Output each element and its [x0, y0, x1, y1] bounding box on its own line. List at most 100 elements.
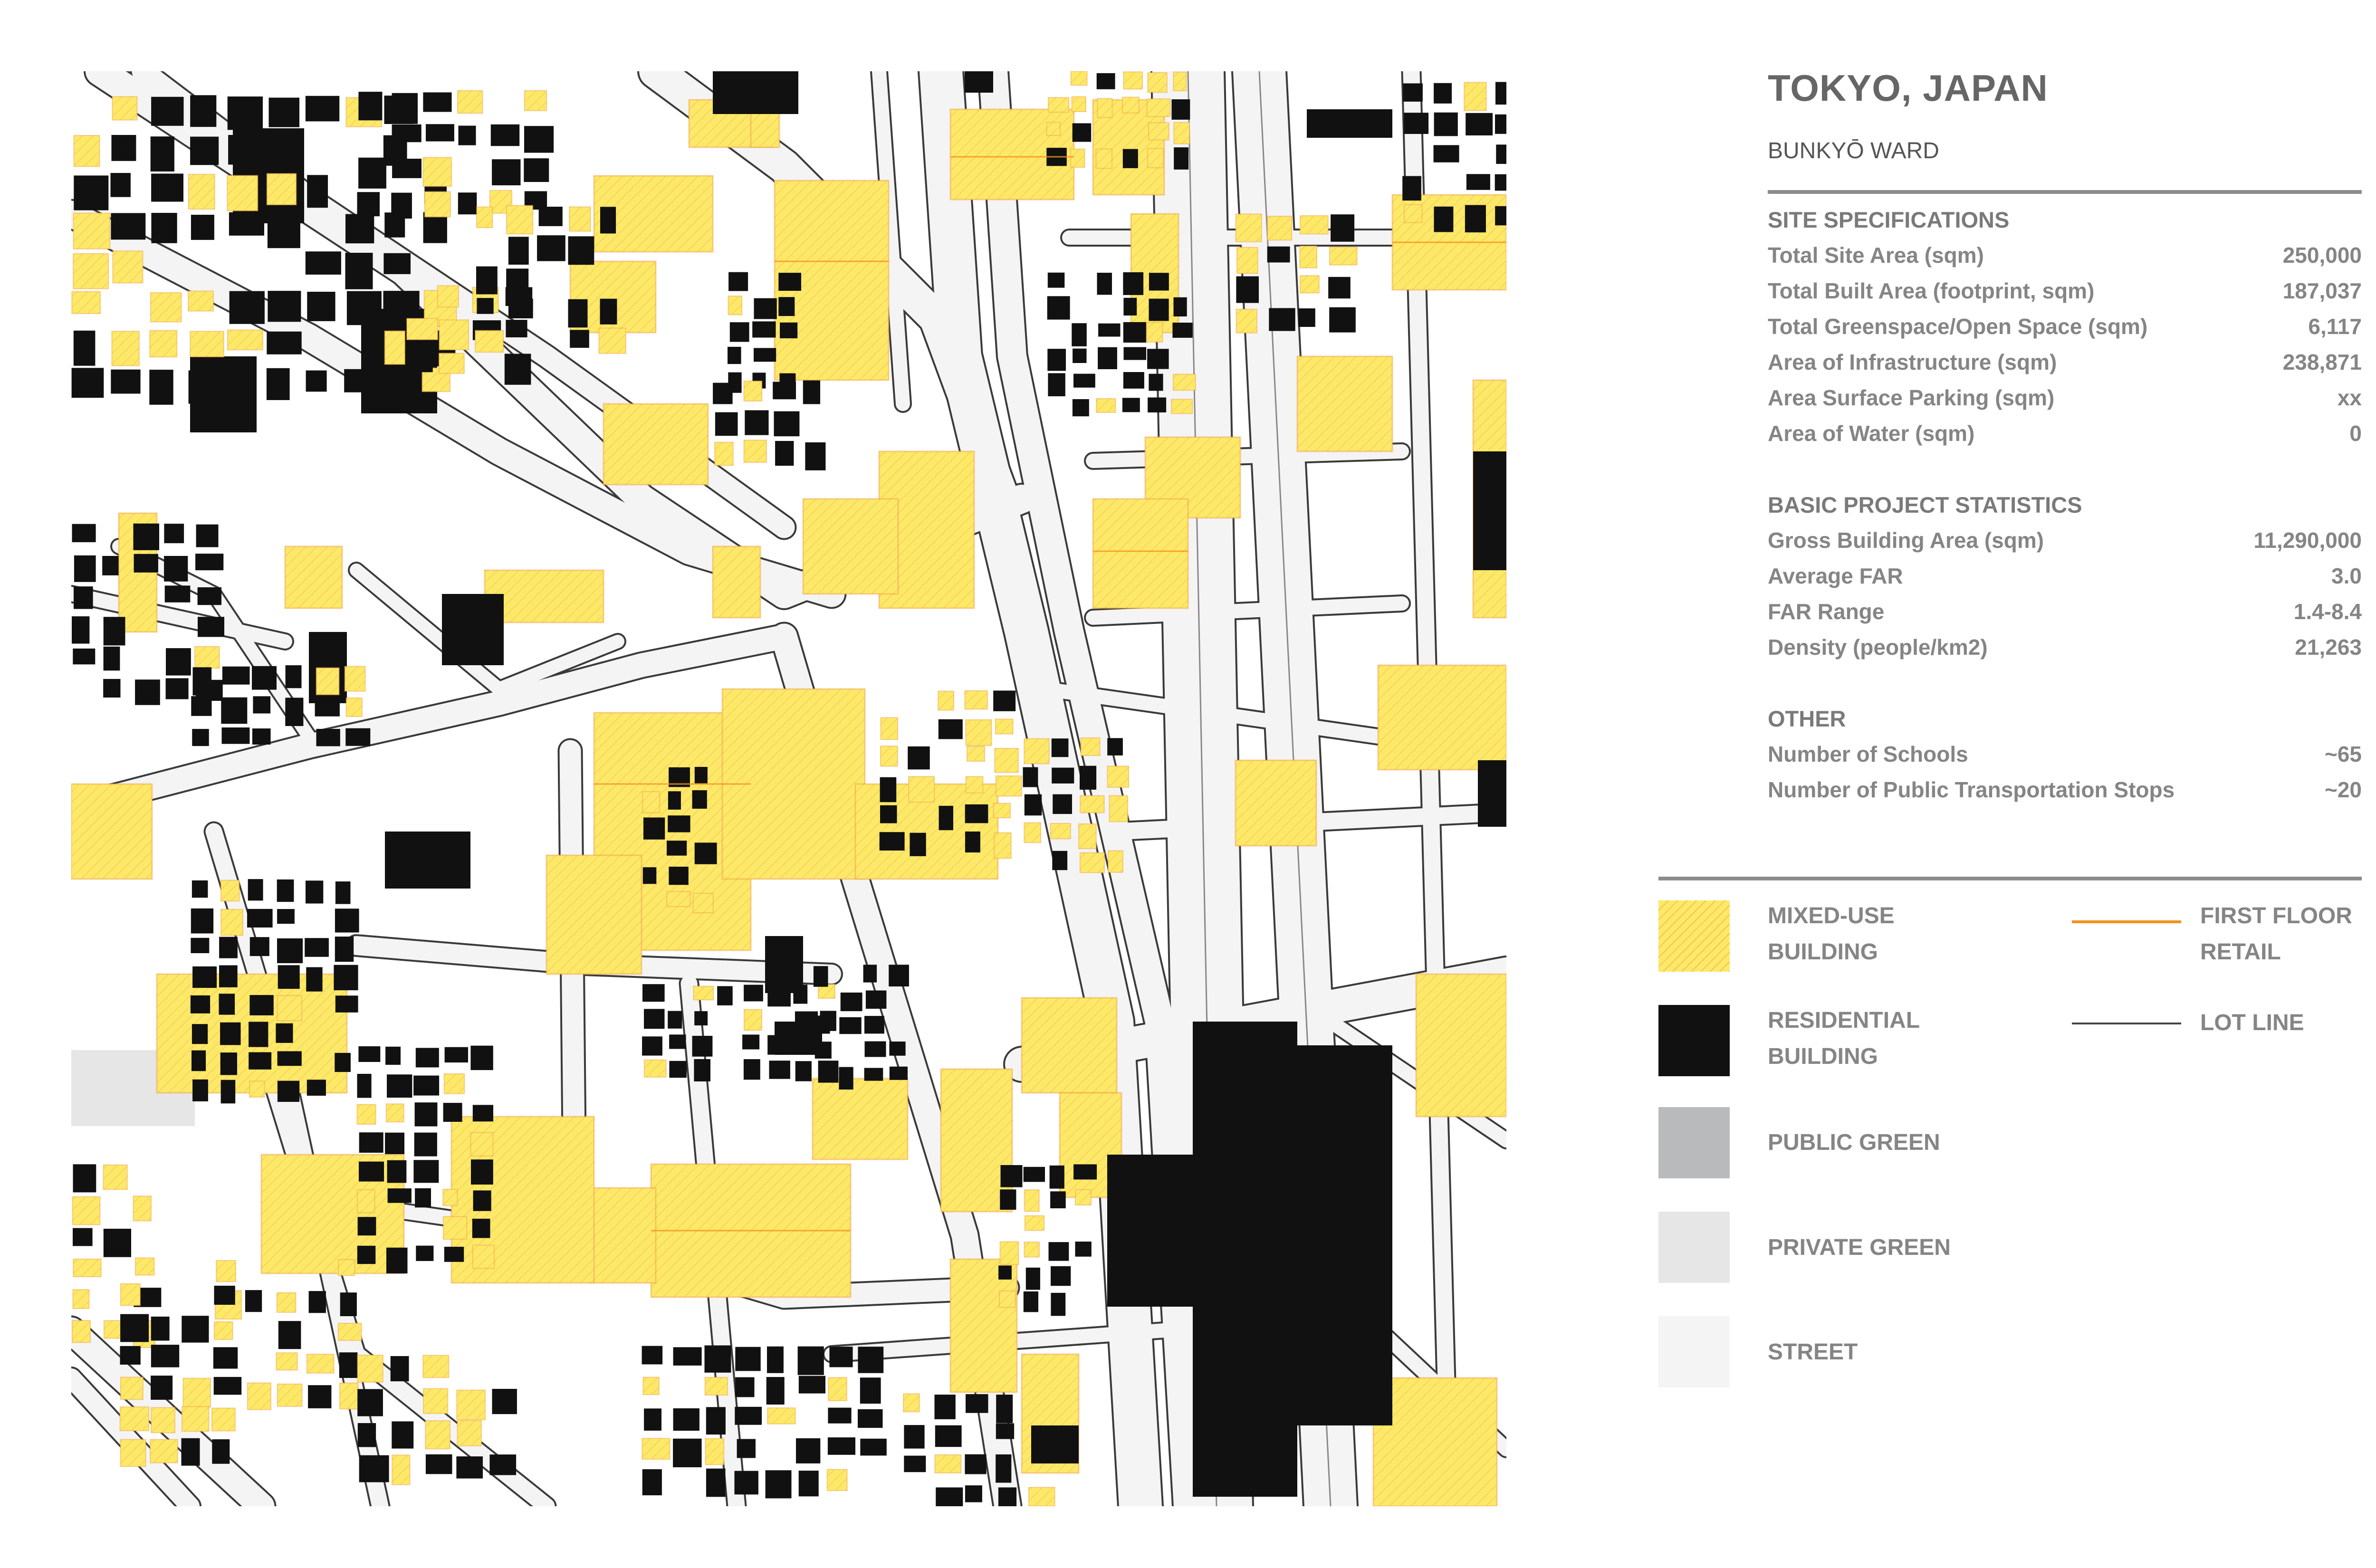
mixed-use-building: [133, 1195, 152, 1222]
residential-building: [1107, 1155, 1198, 1307]
residential-building: [1123, 372, 1144, 389]
residential-building: [220, 1080, 236, 1104]
residential-building: [473, 1190, 491, 1211]
residential-building: [133, 523, 159, 550]
residential-building: [387, 1074, 412, 1098]
ward-subtitle: BUNKYŌ WARD: [1768, 138, 1939, 163]
residential-building: [426, 124, 454, 142]
residential-building: [644, 1009, 665, 1029]
residential-building: [1123, 322, 1147, 343]
residential-building: [149, 370, 173, 405]
residential-building: [470, 1045, 493, 1071]
mixed-use-building: [357, 1355, 383, 1383]
residential-building: [642, 1346, 663, 1365]
mixed-use-building: [476, 206, 493, 229]
mixed-use-building: [642, 791, 661, 813]
residential-building: [965, 804, 988, 823]
mixed-use-building: [995, 775, 1022, 797]
residential-building: [769, 1061, 790, 1079]
mixed-use-building: [1148, 122, 1169, 141]
residential-building: [1073, 373, 1095, 388]
residential-building: [357, 1074, 372, 1098]
mixed-use-building: [120, 1439, 146, 1467]
residential-building: [392, 124, 422, 143]
residential-building: [339, 1352, 358, 1378]
residential-building: [508, 298, 533, 318]
mixed-use-building: [72, 1289, 90, 1309]
residential-building: [357, 1245, 376, 1264]
mixed-use-building: [1464, 82, 1487, 111]
residential-building: [213, 1377, 242, 1395]
residential-building: [1149, 273, 1169, 291]
residential-building: [767, 1035, 787, 1055]
residential-building: [965, 1485, 982, 1502]
residential-building: [196, 524, 219, 547]
residential-building: [1267, 246, 1290, 263]
mixed-use-building: [1080, 795, 1105, 813]
mixed-use-building: [1080, 737, 1101, 756]
residential-building: [706, 1407, 726, 1435]
residential-building: [164, 556, 188, 582]
residential-building: [600, 298, 617, 325]
residential-building: [472, 1218, 490, 1238]
mixed-use-building: [1235, 213, 1262, 242]
residential-building: [73, 1228, 93, 1246]
residential-building: [780, 322, 798, 338]
residential-building: [864, 1041, 886, 1057]
residential-building: [864, 1068, 883, 1081]
residential-building: [1107, 738, 1123, 755]
residential-building: [1080, 765, 1097, 790]
residential-building: [249, 937, 269, 956]
residential-building: [889, 965, 909, 987]
residential-building: [1051, 738, 1069, 757]
residential-building: [1123, 272, 1144, 295]
stat-row: Average FAR 3.0: [1768, 563, 2362, 592]
residential-building: [267, 331, 302, 354]
residential-building: [965, 1454, 987, 1474]
mixed-use-building: [316, 667, 340, 696]
residential-building: [340, 1292, 357, 1316]
residential-building: [307, 1080, 326, 1096]
residential-building: [73, 1164, 96, 1193]
stat-row: Area Surface Parking (sqm) xx: [1768, 385, 2362, 413]
mixed-use-building: [938, 690, 955, 711]
mixed-use-building: [422, 1355, 450, 1378]
residential-building: [1123, 347, 1147, 360]
mixed-use-building: [908, 776, 935, 803]
residential-building: [1053, 794, 1072, 814]
residential-building: [993, 690, 1016, 711]
residential-building: [477, 298, 494, 314]
residential-building: [1434, 206, 1454, 232]
mixed-use-building: [190, 331, 224, 358]
mixed-use-building: [934, 1454, 962, 1474]
residential-building: [778, 297, 795, 316]
residential-building: [181, 1438, 200, 1466]
mixed-use-building: [994, 832, 1012, 859]
residential-building: [103, 617, 125, 646]
residential-building: [828, 1407, 852, 1424]
residential-building: [192, 667, 212, 696]
mixed-use-building: [1079, 852, 1105, 873]
residential-building: [774, 411, 800, 437]
mixed-use-building: [743, 440, 767, 463]
mixed-use-building: [1146, 98, 1171, 117]
mixed-use-building: [1329, 246, 1358, 266]
stat-value: xx: [2337, 385, 2362, 410]
residential-building: [442, 594, 504, 665]
residential-building: [936, 1487, 963, 1506]
mixed-use-building: [802, 498, 899, 595]
residential-building: [111, 135, 136, 161]
mixed-use-building: [1024, 822, 1042, 843]
residential-building: [359, 1161, 384, 1182]
stat-label: Area of Infrastructure (sqm): [1768, 350, 2057, 374]
residential-building: [357, 1423, 376, 1447]
mixed-use-building: [964, 690, 988, 710]
mixed-use-building: [213, 1321, 233, 1340]
mixed-use-building: [506, 205, 534, 235]
residential-building: [277, 938, 303, 964]
residential-building: [492, 159, 521, 185]
stat-label: Density (people/km2): [1768, 635, 1988, 660]
legend-private-green-label: PRIVATE GREEN: [1768, 1235, 1951, 1260]
mixed-use-building: [1028, 1487, 1055, 1506]
mixed-use-building: [666, 891, 691, 907]
